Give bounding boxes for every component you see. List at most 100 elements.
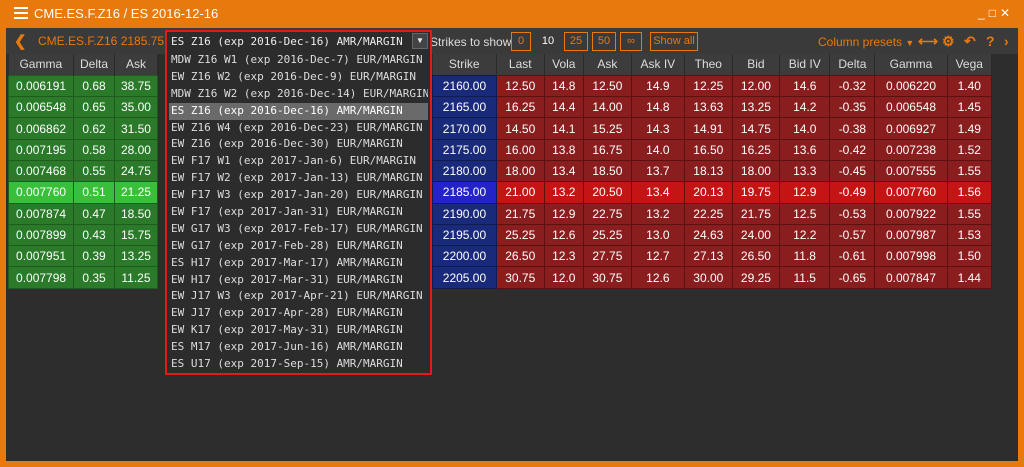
table-cell[interactable]: 13.2	[543, 181, 585, 204]
table-cell[interactable]: 30.75	[495, 266, 545, 289]
table-cell[interactable]: 22.25	[683, 202, 733, 225]
table-cell[interactable]: 0.51	[73, 181, 115, 204]
table-cell[interactable]: 1.49	[946, 117, 993, 140]
strikes-all-button[interactable]: ∞	[620, 32, 642, 51]
table-cell[interactable]: 1.53	[946, 223, 993, 247]
table-cell[interactable]: 12.50	[583, 74, 632, 98]
table-cell[interactable]: 18.50	[583, 159, 632, 183]
table-cell[interactable]: 20.50	[583, 181, 632, 204]
table-cell[interactable]: 14.50	[495, 117, 545, 140]
table-row[interactable]: 0.006191 0.68 38.75	[7, 74, 159, 98]
show-all-button[interactable]: Show all	[650, 32, 698, 51]
expiry-selected[interactable]: ES Z16 (exp 2016-Dec-16) AMR/MARGIN	[169, 33, 417, 51]
table-cell[interactable]: 14.4	[543, 96, 585, 119]
table-cell[interactable]: 0.007951	[7, 245, 75, 268]
column-header[interactable]: Delta	[73, 54, 115, 76]
table-cell[interactable]: 0.39	[73, 245, 115, 268]
column-header[interactable]: Gamma	[874, 54, 948, 76]
table-cell[interactable]: 14.75	[731, 117, 781, 140]
column-header[interactable]: Gamma	[8, 54, 75, 76]
table-cell[interactable]: 0.006548	[874, 96, 948, 119]
table-row[interactable]: 0.007899 0.43 15.75	[7, 223, 159, 247]
strike-cell[interactable]: 2185.00	[432, 181, 497, 204]
table-cell[interactable]: 11.25	[113, 266, 159, 289]
table-cell[interactable]: 0.007798	[7, 266, 75, 289]
table-cell[interactable]: 0.007922	[874, 202, 948, 225]
table-cell[interactable]: -0.49	[829, 181, 876, 204]
table-cell[interactable]: 0.007760	[874, 181, 948, 204]
column-presets-dropdown[interactable]: Column presets ▼	[818, 35, 914, 49]
strikes-0-button[interactable]: 0	[511, 32, 531, 51]
table-cell[interactable]: 0.007238	[874, 138, 948, 161]
expiry-option[interactable]: ES H17 (exp 2017-Mar-17) AMR/MARGIN	[169, 255, 428, 272]
table-cell[interactable]: 13.2	[630, 202, 685, 225]
strike-cell[interactable]: 2175.00	[432, 138, 497, 161]
table-cell[interactable]: -0.61	[829, 245, 876, 268]
table-row[interactable]: 2200.00 26.50 12.3 27.75 12.7 27.13 26.50 11.8-…	[432, 245, 993, 268]
table-cell[interactable]: 21.25	[113, 181, 159, 204]
expiry-option[interactable]: ES U17 (exp 2017-Sep-15) AMR/MARGIN	[169, 356, 428, 373]
expiry-option[interactable]: EW H17 (exp 2017-Mar-31) EUR/MARGIN	[169, 272, 428, 289]
undo-icon[interactable]: ↶	[964, 33, 976, 50]
table-cell[interactable]: 12.9	[543, 202, 585, 225]
table-cell[interactable]: -0.65	[829, 266, 876, 289]
strikes-10-button[interactable]: 10	[536, 32, 560, 51]
expiry-option[interactable]: MDW Z16 W1 (exp 2016-Dec-7) EUR/MARGIN	[169, 52, 428, 69]
table-cell[interactable]: 12.6	[630, 266, 685, 289]
expiry-option[interactable]: EW Z16 W2 (exp 2016-Dec-9) EUR/MARGIN	[169, 69, 428, 86]
table-cell[interactable]: 12.9	[779, 181, 831, 204]
hamburger-menu-icon[interactable]	[14, 7, 28, 20]
table-cell[interactable]: 22.75	[583, 202, 632, 225]
table-cell[interactable]: 12.25	[683, 74, 733, 98]
minimize-icon[interactable]: _	[978, 6, 989, 20]
column-header[interactable]: Vola	[544, 54, 585, 76]
table-row[interactable]: 2175.00 16.00 13.8 16.75 14.0 16.50 16.25 13.6-…	[432, 138, 993, 161]
table-row[interactable]: 2160.00 12.50 14.8 12.50 14.9 12.25 12.00 14.6-…	[432, 74, 993, 98]
table-cell[interactable]: 26.50	[495, 245, 545, 268]
table-cell[interactable]: 14.6	[779, 74, 831, 98]
expiry-option[interactable]: EW K17 (exp 2017-May-31) EUR/MARGIN	[169, 322, 428, 339]
table-cell[interactable]: 15.25	[583, 117, 632, 140]
table-cell[interactable]: 14.8	[543, 74, 585, 98]
table-cell[interactable]: 29.25	[731, 266, 781, 289]
back-arrow-icon[interactable]: ❮	[14, 32, 27, 50]
table-cell[interactable]: 0.58	[73, 138, 115, 161]
help-icon[interactable]: ?	[986, 33, 995, 49]
table-row[interactable]: 0.007798 0.35 11.25	[7, 266, 159, 289]
column-header[interactable]: Ask	[114, 54, 159, 76]
expiry-option[interactable]: EW F17 (exp 2017-Jan-31) EUR/MARGIN	[169, 204, 428, 221]
column-header[interactable]: Theo	[684, 54, 733, 76]
table-cell[interactable]: 25.25	[495, 223, 545, 247]
expand-horizontal-icon[interactable]: ⟷	[918, 33, 938, 50]
table-cell[interactable]: 26.50	[731, 245, 781, 268]
table-cell[interactable]: 27.75	[583, 245, 632, 268]
table-row[interactable]: 0.006548 0.65 35.00	[7, 96, 159, 119]
table-row[interactable]: 2190.00 21.75 12.9 22.75 13.2 22.25 21.75 12.5-…	[432, 202, 993, 225]
table-cell[interactable]: 12.0	[543, 266, 585, 289]
table-cell[interactable]: 13.25	[731, 96, 781, 119]
expiry-option[interactable]: EW J17 (exp 2017-Apr-28) EUR/MARGIN	[169, 305, 428, 322]
expiry-option[interactable]: EW F17 W1 (exp 2017-Jan-6) EUR/MARGIN	[169, 153, 428, 170]
table-cell[interactable]: 1.56	[946, 181, 993, 204]
table-row[interactable]: 2170.00 14.50 14.1 15.25 14.3 14.91 14.75 14.0-…	[432, 117, 993, 140]
strikes-50-button[interactable]: 50	[592, 32, 616, 51]
table-row[interactable]: 2185.00 21.00 13.2 20.50 13.4 20.13 19.75 12.9-…	[432, 181, 993, 204]
table-cell[interactable]: 12.00	[731, 74, 781, 98]
strike-cell[interactable]: 2160.00	[432, 74, 497, 98]
table-cell[interactable]: 0.007847	[874, 266, 948, 289]
strike-cell[interactable]: 2180.00	[432, 159, 497, 183]
expiry-option[interactable]: EW F17 W2 (exp 2017-Jan-13) EUR/MARGIN	[169, 170, 428, 187]
table-cell[interactable]: 13.3	[779, 159, 831, 183]
table-cell[interactable]: 1.44	[946, 266, 993, 289]
table-cell[interactable]: 24.63	[683, 223, 733, 247]
gear-icon[interactable]: ⚙	[942, 33, 955, 50]
table-row[interactable]: 0.007951 0.39 13.25	[7, 245, 159, 268]
table-row[interactable]: 0.007468 0.55 24.75	[7, 159, 159, 183]
expiry-option[interactable]: EW F17 W3 (exp 2017-Jan-20) EUR/MARGIN	[169, 187, 428, 204]
table-cell[interactable]: 14.2	[779, 96, 831, 119]
table-cell[interactable]: 24.00	[731, 223, 781, 247]
table-cell[interactable]: 16.75	[583, 138, 632, 161]
table-cell[interactable]: 14.9	[630, 74, 685, 98]
table-cell[interactable]: 14.8	[630, 96, 685, 119]
table-cell[interactable]: 12.6	[543, 223, 585, 247]
